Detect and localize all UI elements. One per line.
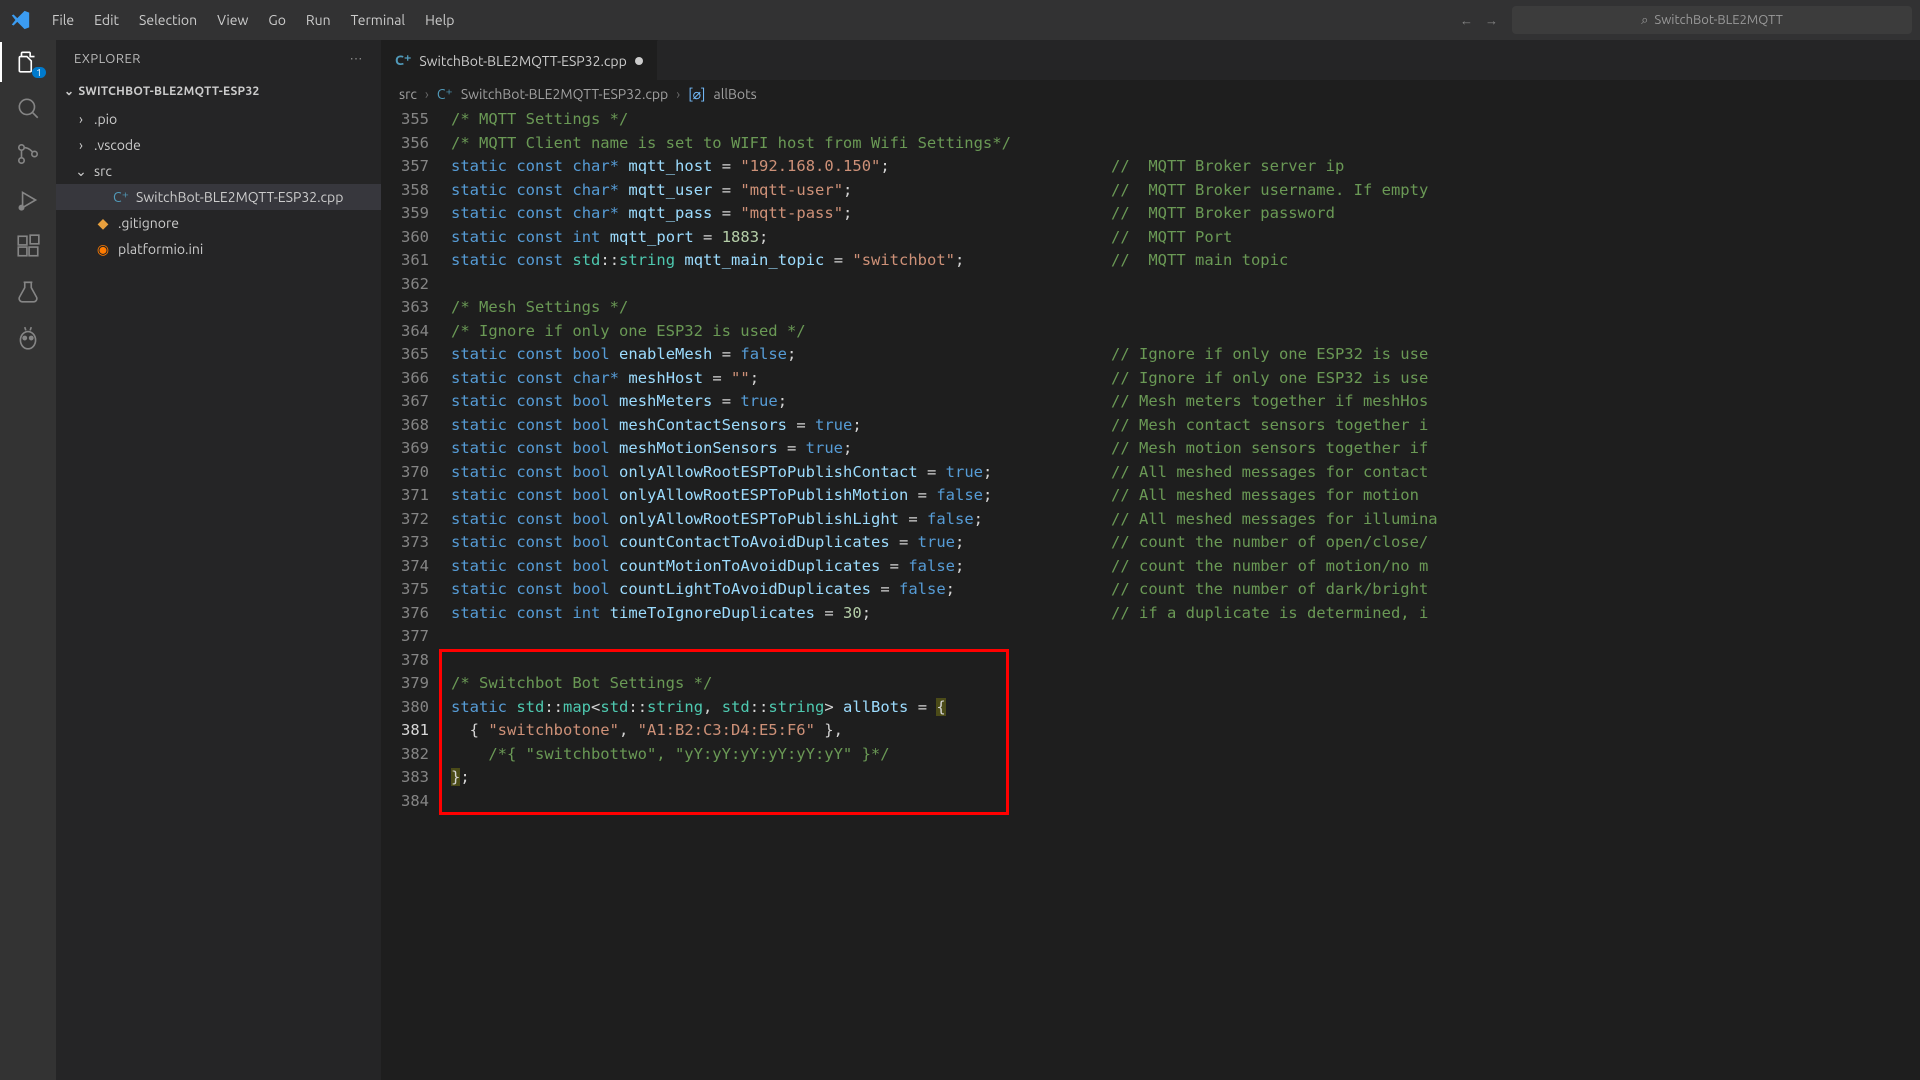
tree-item-label: SwitchBot-BLE2MQTT-ESP32.cpp bbox=[136, 189, 343, 205]
testing-icon[interactable] bbox=[14, 278, 42, 306]
chevron-down-icon: ⌄ bbox=[74, 163, 88, 180]
source-control-icon[interactable] bbox=[14, 140, 42, 168]
project-name: SWITCHBOT-BLE2MQTT-ESP32 bbox=[78, 85, 259, 98]
git-file-icon: ◆ bbox=[94, 215, 112, 232]
menu-terminal[interactable]: Terminal bbox=[341, 8, 416, 32]
tree-item-label: src bbox=[94, 163, 112, 179]
tree-item-label: .vscode bbox=[94, 137, 141, 153]
editor-tabs: C⁺ SwitchBot-BLE2MQTT-ESP32.cpp bbox=[381, 40, 1920, 80]
menu-selection[interactable]: Selection bbox=[129, 8, 207, 32]
nav-back-icon[interactable]: ← bbox=[1460, 13, 1473, 28]
menu-run[interactable]: Run bbox=[296, 8, 341, 32]
nav-forward-icon[interactable]: → bbox=[1485, 13, 1498, 28]
breadcrumb-part[interactable]: SwitchBot-BLE2MQTT-ESP32.cpp bbox=[461, 86, 668, 102]
breadcrumb-part[interactable]: src bbox=[399, 86, 417, 102]
explorer-badge: 1 bbox=[32, 67, 46, 78]
command-center-search[interactable]: ⌕ SwitchBot-BLE2MQTT bbox=[1512, 6, 1912, 34]
tree-item-label: platformio.ini bbox=[118, 241, 203, 257]
chevron-down-icon: ⌄ bbox=[64, 84, 74, 98]
chevron-right-icon: › bbox=[74, 111, 88, 127]
file-tree: › .pio › .vscode ⌄ srcC⁺ SwitchBot-BLE2MQTT-ES… bbox=[56, 104, 381, 262]
project-header[interactable]: ⌄ SWITCHBOT-BLE2MQTT-ESP32 bbox=[56, 78, 381, 104]
folder-src[interactable]: ⌄ src bbox=[56, 158, 381, 184]
code-area[interactable]: 3553563573583593603613623633643653663673… bbox=[381, 108, 1920, 1080]
extensions-icon[interactable] bbox=[14, 232, 42, 260]
explorer-icon[interactable]: 1 bbox=[14, 48, 42, 76]
file-platformio-ini[interactable]: ◉ platformio.ini bbox=[56, 236, 381, 262]
cpp-file-icon: C⁺ bbox=[395, 52, 411, 69]
vscode-logo-icon bbox=[8, 8, 32, 32]
platformio-icon[interactable] bbox=[14, 324, 42, 352]
modified-dot-icon bbox=[635, 57, 643, 65]
sidebar: EXPLORER ⋯ ⌄ SWITCHBOT-BLE2MQTT-ESP32 ›.… bbox=[56, 40, 381, 1080]
tab-label: SwitchBot-BLE2MQTT-ESP32.cpp bbox=[419, 53, 626, 69]
code-content[interactable]: /* MQTT Settings *//* MQTT Client name i… bbox=[451, 108, 1920, 1080]
editor: C⁺ SwitchBot-BLE2MQTT-ESP32.cpp src › C⁺… bbox=[381, 40, 1920, 1080]
file--gitignore[interactable]: ◆ .gitignore bbox=[56, 210, 381, 236]
breadcrumb[interactable]: src › C⁺ SwitchBot-BLE2MQTT-ESP32.cpp › … bbox=[381, 80, 1920, 108]
cpp-file-icon: C⁺ bbox=[437, 86, 453, 103]
cpp-file-icon: C⁺ bbox=[112, 189, 130, 206]
platformio-file-icon: ◉ bbox=[94, 241, 112, 258]
activity-bar: 1 bbox=[0, 40, 56, 1080]
tree-item-label: .pio bbox=[94, 111, 117, 127]
tree-item-label: .gitignore bbox=[118, 215, 179, 231]
chevron-right-icon: › bbox=[676, 86, 680, 102]
breadcrumb-part[interactable]: allBots bbox=[714, 86, 757, 102]
menu-edit[interactable]: Edit bbox=[84, 8, 129, 32]
run-debug-icon[interactable] bbox=[14, 186, 42, 214]
sidebar-more-icon[interactable]: ⋯ bbox=[350, 52, 364, 67]
chevron-right-icon: › bbox=[425, 86, 429, 102]
tab-active-file[interactable]: C⁺ SwitchBot-BLE2MQTT-ESP32.cpp bbox=[381, 40, 658, 80]
search-icon: ⌕ bbox=[1641, 13, 1648, 28]
line-number-gutter: 3553563573583593603613623633643653663673… bbox=[381, 108, 451, 1080]
search-activity-icon[interactable] bbox=[14, 94, 42, 122]
title-bar: FileEditSelectionViewGoRunTerminalHelp ←… bbox=[0, 0, 1920, 40]
menu-help[interactable]: Help bbox=[415, 8, 464, 32]
nav-arrows: ← → bbox=[1460, 13, 1498, 28]
menu-view[interactable]: View bbox=[207, 8, 258, 32]
folder--vscode[interactable]: › .vscode bbox=[56, 132, 381, 158]
file-switchbot-ble2mqtt-esp32-cpp[interactable]: C⁺ SwitchBot-BLE2MQTT-ESP32.cpp bbox=[56, 184, 381, 210]
search-placeholder: SwitchBot-BLE2MQTT bbox=[1654, 13, 1782, 27]
menu-bar: FileEditSelectionViewGoRunTerminalHelp bbox=[42, 8, 464, 32]
menu-go[interactable]: Go bbox=[258, 8, 295, 32]
folder--pio[interactable]: › .pio bbox=[56, 106, 381, 132]
symbol-variable-icon: [⌀] bbox=[688, 86, 705, 103]
menu-file[interactable]: File bbox=[42, 8, 84, 32]
chevron-right-icon: › bbox=[74, 137, 88, 153]
sidebar-title: EXPLORER bbox=[74, 52, 141, 66]
